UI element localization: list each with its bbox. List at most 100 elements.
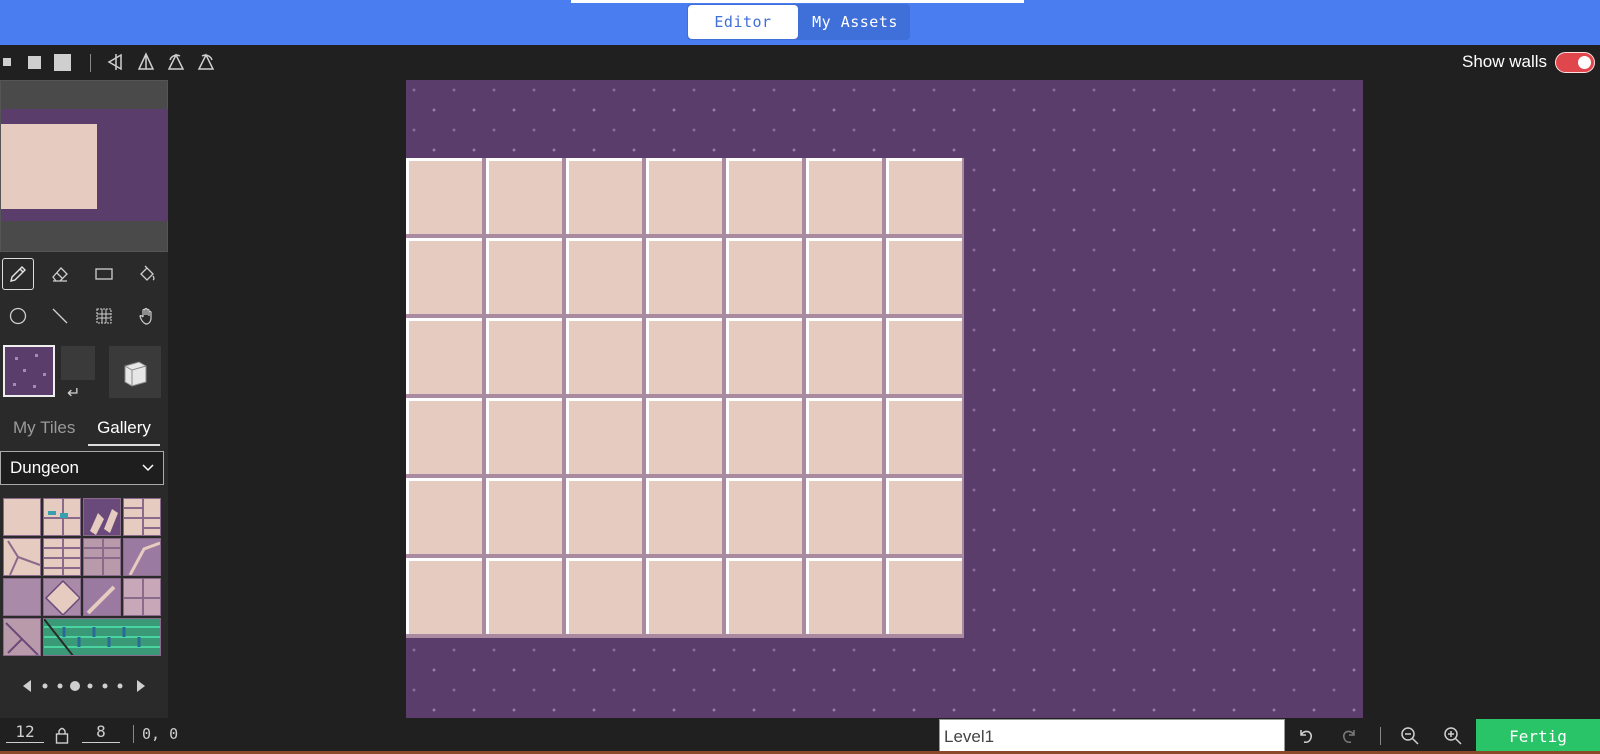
top-bar: Editor My Assets [0, 0, 1600, 45]
gallery-pager [23, 680, 145, 692]
chevron-down-icon [141, 452, 155, 495]
tile-gallery [3, 498, 163, 656]
floor-tile [646, 478, 722, 554]
current-tile-swatch[interactable] [3, 345, 55, 397]
brush-size-small[interactable] [3, 58, 11, 66]
floor-tile [646, 158, 722, 234]
pager-dot[interactable] [87, 683, 93, 689]
floor-tile [486, 158, 562, 234]
eraser-icon [52, 267, 68, 282]
zoom-out-button[interactable] [1397, 724, 1423, 748]
swap-icon[interactable]: ↵ [67, 383, 80, 403]
floor-tile [886, 158, 962, 234]
floor-tile [886, 478, 962, 554]
circle-tool[interactable] [2, 300, 34, 332]
done-button[interactable]: Fertig [1476, 719, 1600, 754]
gallery-tile[interactable] [3, 578, 41, 616]
top-strip [571, 0, 1024, 3]
map-height-field[interactable]: 8 [82, 722, 120, 743]
hand-tool[interactable] [131, 300, 163, 332]
floor-tile [486, 318, 562, 394]
rotate-ccw-icon[interactable] [196, 52, 216, 72]
pencil-tool[interactable] [2, 258, 34, 290]
pager-dot[interactable] [102, 683, 108, 689]
pager-prev-icon[interactable] [23, 680, 31, 692]
gallery-tile[interactable] [3, 538, 41, 576]
wall-mode-button[interactable] [109, 346, 161, 398]
zoom-in-button[interactable] [1440, 724, 1466, 748]
toolbar [0, 45, 1600, 80]
room-floor [406, 158, 964, 638]
tileset-select-value: Dungeon [10, 458, 80, 477]
floor-tile [486, 238, 562, 314]
cube-icon [124, 361, 147, 387]
flip-horizontal-icon[interactable] [106, 52, 126, 72]
gallery-tile[interactable] [83, 538, 121, 576]
tab-gallery[interactable]: Gallery [88, 418, 160, 446]
pager-dot[interactable] [42, 683, 48, 689]
floor-tile [486, 558, 562, 634]
gallery-tile[interactable] [43, 498, 81, 536]
show-walls-toggle[interactable] [1555, 52, 1595, 73]
floor-tile [726, 558, 802, 634]
floor-tile [726, 318, 802, 394]
rectangle-icon [95, 268, 113, 280]
tab-my-assets[interactable]: My Assets [800, 5, 910, 39]
floor-tile [566, 478, 642, 554]
floor-tile [726, 238, 802, 314]
level-name-input[interactable] [939, 719, 1285, 754]
gallery-tile-wide[interactable] [43, 618, 161, 656]
level-canvas[interactable] [406, 80, 1363, 718]
gallery-tile[interactable] [3, 618, 41, 656]
floor-tile [726, 398, 802, 474]
floor-tile [806, 558, 882, 634]
floor-tile [406, 398, 482, 474]
tab-editor[interactable]: Editor [688, 5, 798, 39]
floor-tile [886, 238, 962, 314]
gallery-tile[interactable] [43, 578, 81, 616]
brush-size-large[interactable] [54, 54, 71, 71]
gallery-tile[interactable] [43, 538, 81, 576]
pager-next-icon[interactable] [137, 680, 145, 692]
toolbar-divider [90, 54, 91, 72]
map-width-field[interactable]: 12 [6, 722, 44, 743]
secondary-tile-swatch[interactable] [61, 346, 95, 380]
floor-tile [406, 158, 482, 234]
lock-icon[interactable] [55, 726, 69, 744]
floor-tile [566, 238, 642, 314]
pager-dot[interactable] [57, 683, 63, 689]
floor-tile [646, 398, 722, 474]
floor-tile [406, 558, 482, 634]
tab-my-tiles[interactable]: My Tiles [13, 418, 75, 438]
floor-tile [566, 318, 642, 394]
undo-button[interactable] [1293, 724, 1319, 748]
gallery-tile[interactable] [3, 498, 41, 536]
eraser-tool[interactable] [44, 258, 76, 290]
gallery-tile[interactable] [123, 578, 161, 616]
gallery-tile[interactable] [123, 538, 161, 576]
redo-icon [1342, 730, 1355, 743]
floor-tile [486, 478, 562, 554]
floor-tile [806, 318, 882, 394]
rectangle-tool[interactable] [88, 258, 120, 290]
floor-tile [806, 478, 882, 554]
pager-dot-active[interactable] [70, 681, 80, 691]
zoom-in-icon [1444, 727, 1462, 745]
floor-tile [726, 478, 802, 554]
floor-tile [486, 398, 562, 474]
pager-dot[interactable] [117, 683, 123, 689]
tileset-select[interactable]: Dungeon [0, 451, 164, 485]
flip-vertical-icon[interactable] [136, 52, 156, 72]
line-tool[interactable] [44, 300, 76, 332]
grid-select-tool[interactable] [88, 300, 120, 332]
fill-tool[interactable] [131, 258, 163, 290]
redo-button[interactable] [1336, 724, 1362, 748]
gallery-tile[interactable] [123, 498, 161, 536]
rotate-icon[interactable] [166, 52, 186, 72]
floor-tile [646, 558, 722, 634]
brush-size-medium[interactable] [28, 56, 41, 69]
line-icon [52, 308, 68, 324]
gallery-tile[interactable] [83, 578, 121, 616]
gallery-tile[interactable] [83, 498, 121, 536]
floor-tile [726, 158, 802, 234]
